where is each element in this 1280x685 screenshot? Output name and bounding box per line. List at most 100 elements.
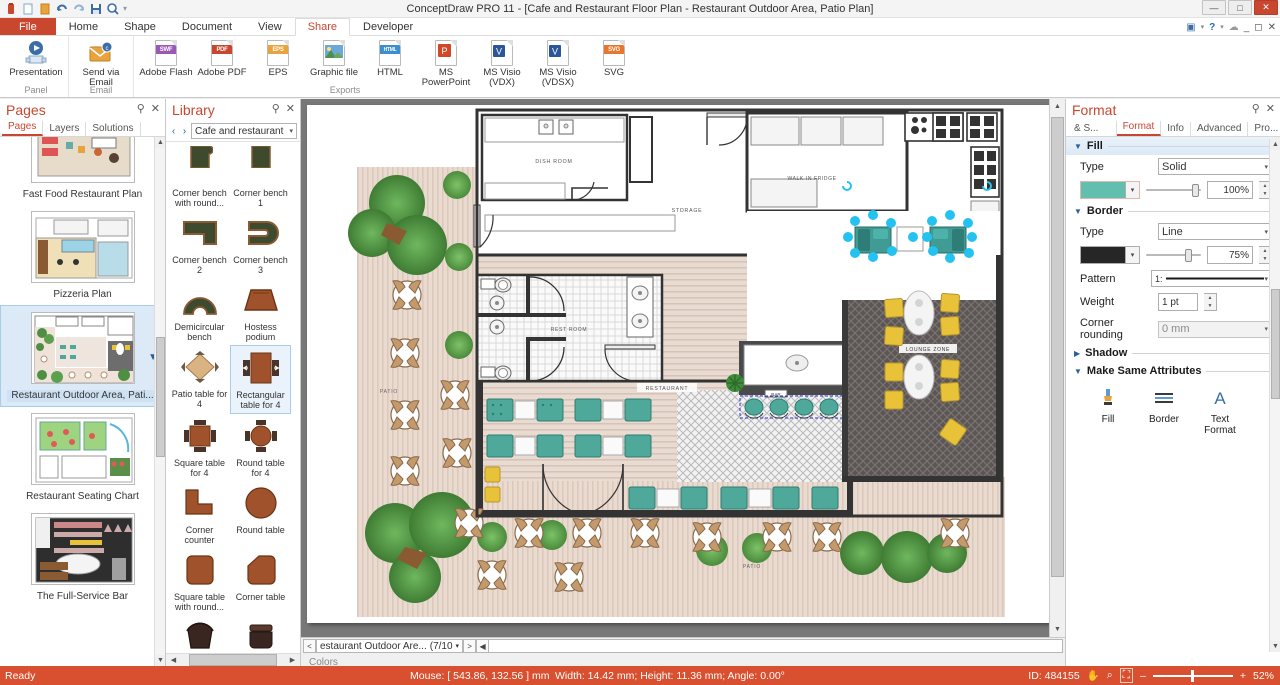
library-shape-grid[interactable]: Corner bench with round... Corner bench … bbox=[166, 139, 1280, 653]
library-shape-corner-bench-2[interactable]: Corner bench 2 bbox=[169, 211, 230, 278]
border-color-dropdown-icon[interactable]: ▾ bbox=[1125, 247, 1139, 263]
panel-toggle-caret-icon[interactable]: ▾ bbox=[1201, 23, 1205, 31]
zoom-tool-icon[interactable]: ⌕ bbox=[1107, 669, 1113, 682]
page-item-pizzeria[interactable]: Pizzeria Plan bbox=[0, 205, 165, 305]
cloud-icon[interactable]: ☁ bbox=[1229, 22, 1239, 33]
adobe-pdf-button[interactable]: PDF Adobe PDF bbox=[194, 37, 250, 78]
page-last-button[interactable]: ◀ bbox=[476, 639, 490, 653]
svg-button[interactable]: SVG SVG bbox=[586, 37, 642, 78]
paste-icon[interactable] bbox=[4, 2, 18, 16]
adobe-flash-button[interactable]: SWF Adobe Flash bbox=[138, 37, 194, 78]
customize-qat-icon[interactable]: ▾ bbox=[123, 2, 137, 16]
help-caret-icon[interactable]: ▾ bbox=[1220, 23, 1224, 31]
graphic-file-button[interactable]: Graphic file bbox=[306, 37, 362, 78]
border-weight-value[interactable]: 1 pt bbox=[1158, 293, 1198, 311]
library-hscroll-right-button[interactable]: ▶ bbox=[285, 654, 300, 666]
pages-scroll-down-button[interactable]: ▼ bbox=[155, 655, 165, 666]
library-shape-round-table-4[interactable]: Round table for 4 bbox=[230, 414, 291, 481]
border-color-picker[interactable]: ▾ bbox=[1080, 246, 1140, 264]
redo-icon[interactable] bbox=[72, 2, 86, 16]
library-shape-patio-table-4[interactable]: Patio table for 4 bbox=[169, 345, 230, 414]
pages-pin-icon[interactable]: ⚲ bbox=[137, 102, 145, 115]
window-controls[interactable]: — □ ✕ bbox=[1202, 0, 1278, 15]
eps-button[interactable]: EPS EPS bbox=[250, 37, 306, 78]
ribbon-close-icon[interactable]: ✕ bbox=[1268, 22, 1276, 33]
library-horizontal-scrollbar[interactable]: ◀ ▶ bbox=[166, 653, 300, 666]
library-shape-corner-table[interactable]: Corner table bbox=[230, 548, 291, 615]
drawing-canvas[interactable]: DISH ROOM STORAGE WALK IN FRIDGE REST RO… bbox=[301, 99, 1049, 637]
new-document-icon[interactable] bbox=[21, 2, 35, 16]
library-shape-corner-bench-3[interactable]: Corner bench 3 bbox=[230, 211, 291, 278]
shadow-section-header[interactable]: ▶ Shadow bbox=[1066, 344, 1280, 362]
shadow-expand-icon[interactable]: ▶ bbox=[1074, 349, 1080, 358]
tab-share[interactable]: Share bbox=[294, 18, 351, 36]
library-shape-round-table[interactable]: Round table bbox=[230, 481, 291, 548]
floor-plan-drawing[interactable]: DISH ROOM STORAGE WALK IN FRIDGE REST RO… bbox=[307, 105, 1049, 623]
canvas-scroll-up-button[interactable]: ▲ bbox=[1050, 99, 1065, 114]
ribbon-right-controls[interactable]: ▣ ▾ ? ▾ ☁ _ ◻ ✕ bbox=[1186, 18, 1276, 36]
library-shape-corner-bench-round[interactable]: Corner bench with round... bbox=[169, 144, 230, 211]
border-section-header[interactable]: ▼ Border bbox=[1066, 202, 1280, 220]
fit-page-icon[interactable]: ⛶ bbox=[1119, 668, 1133, 683]
pages-scroll-up-button[interactable]: ▲ bbox=[155, 137, 165, 148]
make-same-text-format-button[interactable]: A Text Format bbox=[1200, 388, 1240, 436]
ms-visio-vdx-button[interactable]: V MS Visio (VDX) bbox=[474, 37, 530, 88]
pages-panel-tabs[interactable]: Pages Layers Solutions bbox=[0, 120, 165, 137]
tab-view[interactable]: View bbox=[245, 18, 295, 35]
border-weight-up-icon[interactable]: ▲ bbox=[1204, 294, 1216, 302]
library-shape-corner-counter[interactable]: Corner counter bbox=[169, 481, 230, 548]
status-right-controls[interactable]: ID: 484155 ✋ ⌕ ⛶ – + 52% bbox=[1028, 668, 1274, 683]
format-tab-info[interactable]: Info bbox=[1161, 122, 1191, 136]
page-item-restaurant-outdoor[interactable]: Restaurant Outdoor Area, Pati... ▼ bbox=[0, 305, 165, 407]
send-via-email-button[interactable]: c Send via Email bbox=[73, 37, 129, 88]
library-selector[interactable]: Cafe and restaurant ▾ bbox=[191, 123, 297, 139]
panel-toggle-icon[interactable]: ▣ bbox=[1186, 22, 1195, 33]
fill-type-select[interactable]: Solid ▾ bbox=[1158, 158, 1272, 175]
canvas-vscroll-thumb[interactable] bbox=[1051, 117, 1064, 577]
library-shape-square-table-round[interactable]: Square table with round... bbox=[169, 548, 230, 615]
help-icon[interactable]: ? bbox=[1209, 22, 1215, 33]
pages-tab-layers[interactable]: Layers bbox=[43, 122, 87, 136]
chevron-down-icon[interactable]: ▾ bbox=[1264, 275, 1268, 283]
ribbon-minimize-icon[interactable]: _ bbox=[1244, 22, 1250, 33]
chevron-down-icon[interactable]: ▾ bbox=[1264, 228, 1268, 236]
border-weight-stepper[interactable]: ▲ ▼ bbox=[1204, 293, 1217, 311]
document-sheet[interactable]: DISH ROOM STORAGE WALK IN FRIDGE REST RO… bbox=[307, 105, 1049, 623]
tab-home[interactable]: Home bbox=[56, 18, 111, 35]
canvas-vertical-scrollbar[interactable]: ▲ ▼ bbox=[1049, 99, 1065, 637]
format-close-icon[interactable]: ✕ bbox=[1266, 102, 1275, 115]
fill-color-picker[interactable]: ▾ bbox=[1080, 181, 1140, 199]
maximize-button[interactable]: □ bbox=[1228, 0, 1252, 15]
presentation-button[interactable]: Presentation bbox=[8, 37, 64, 78]
format-pin-icon[interactable]: ⚲ bbox=[1252, 102, 1260, 115]
page-item-full-service-bar[interactable]: The Full-Service Bar bbox=[0, 507, 165, 607]
page-tab-dropdown-icon[interactable]: ▾ bbox=[456, 642, 460, 650]
ribbon-tab-strip[interactable]: File Home Shape Document View Share Deve… bbox=[0, 18, 1280, 36]
page-item-seating-chart[interactable]: Restaurant Seating Chart bbox=[0, 407, 165, 507]
library-shape-corner-bench-1[interactable]: Corner bench 1 bbox=[230, 144, 291, 211]
make-same-section-header[interactable]: ▼ Make Same Attributes bbox=[1066, 362, 1280, 380]
library-close-icon[interactable]: ✕ bbox=[286, 102, 295, 115]
pan-hand-icon[interactable]: ✋ bbox=[1087, 669, 1100, 682]
format-panel-tabs[interactable]: Arrange & S... Format Info Advanced Cust… bbox=[1066, 108, 1280, 137]
undo-icon[interactable] bbox=[55, 2, 69, 16]
pages-close-icon[interactable]: ✕ bbox=[151, 102, 160, 115]
fill-opacity-value[interactable]: 100% bbox=[1207, 181, 1253, 199]
ribbon-restore-icon[interactable]: ◻ bbox=[1254, 22, 1262, 33]
library-next-icon[interactable]: › bbox=[180, 126, 189, 137]
save-icon[interactable] bbox=[89, 2, 103, 16]
fill-collapse-icon[interactable]: ▼ bbox=[1074, 142, 1082, 151]
canvas-scroll-down-button[interactable]: ▼ bbox=[1050, 622, 1065, 637]
page-prev-button[interactable]: < bbox=[303, 639, 316, 653]
border-corner-select[interactable]: 0 mm ▾ bbox=[1158, 320, 1272, 338]
pages-scroll-thumb[interactable] bbox=[156, 337, 165, 457]
library-shape-curved-back-chair[interactable]: Curved back chair bbox=[169, 615, 230, 653]
tab-document[interactable]: Document bbox=[169, 18, 245, 35]
open-folder-icon[interactable] bbox=[38, 2, 52, 16]
library-hscroll-left-button[interactable]: ◀ bbox=[166, 654, 181, 666]
zoom-slider-knob[interactable] bbox=[1190, 669, 1194, 682]
chevron-down-icon[interactable]: ▾ bbox=[1264, 325, 1268, 333]
format-tab-format[interactable]: Format bbox=[1116, 120, 1162, 136]
border-type-select[interactable]: Line ▾ bbox=[1158, 223, 1272, 240]
chevron-down-icon[interactable]: ▾ bbox=[289, 127, 293, 135]
